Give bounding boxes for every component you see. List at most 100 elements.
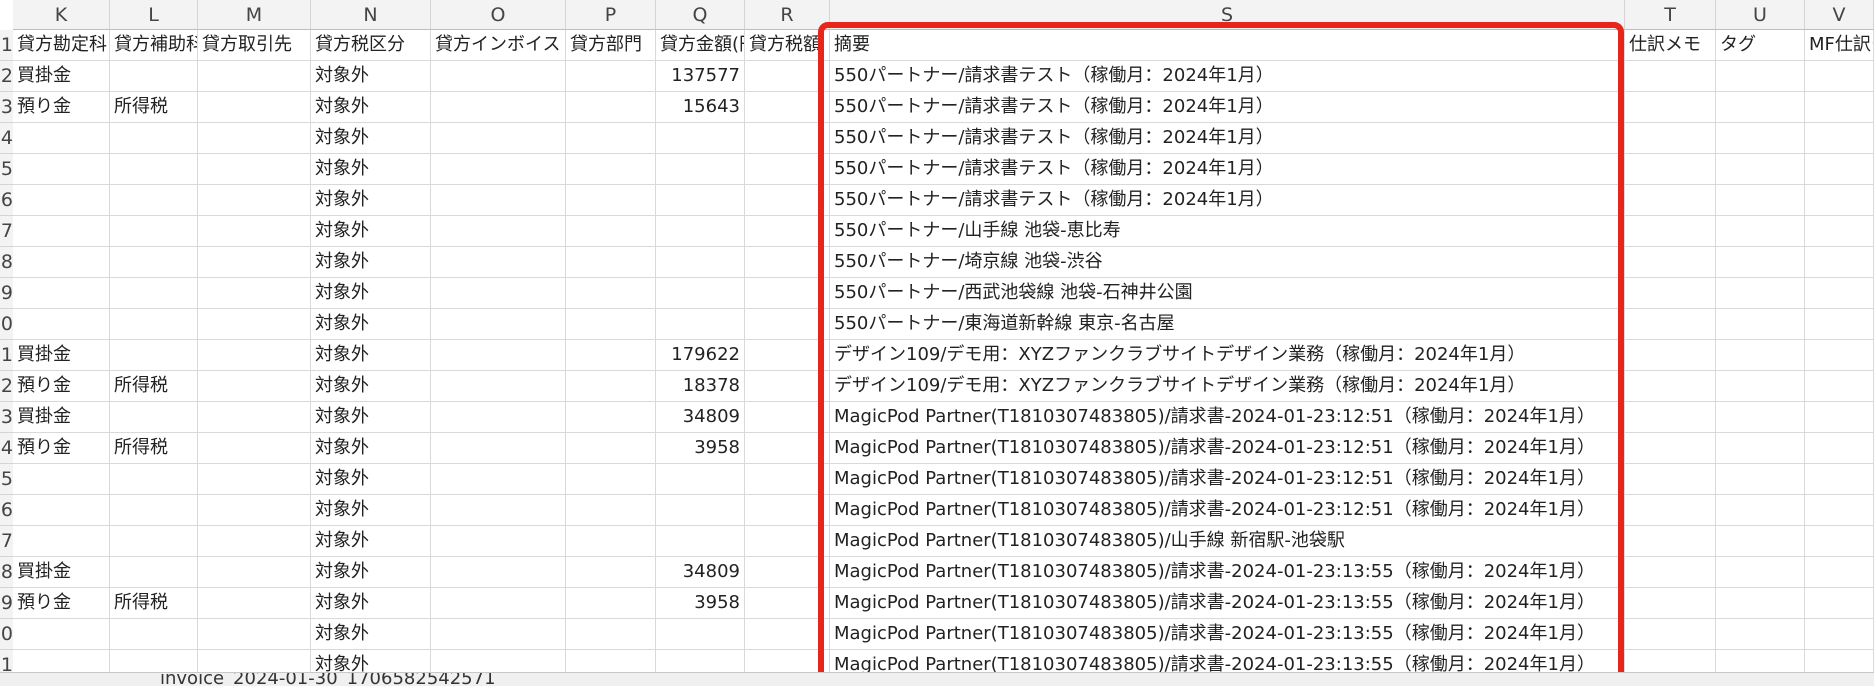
cell-k[interactable]: 預り金 — [13, 433, 110, 464]
column-header-o[interactable]: O — [431, 0, 566, 30]
cell-m[interactable] — [198, 61, 311, 92]
cell-u[interactable] — [1716, 433, 1805, 464]
row-header[interactable]: 4 — [0, 123, 13, 154]
cell-r[interactable] — [745, 402, 830, 433]
cell-m[interactable] — [198, 619, 311, 650]
header-cell-r[interactable]: 貸方税額 — [745, 30, 830, 61]
cell-s[interactable]: 550パートナー/請求書テスト（稼働月：2024年1月） — [830, 92, 1625, 123]
header-cell-t[interactable]: 仕訳メモ — [1625, 30, 1716, 61]
row-header[interactable]: 15 — [0, 464, 13, 495]
cell-m[interactable] — [198, 340, 311, 371]
column-header-p[interactable]: P — [566, 0, 656, 30]
cell-t[interactable] — [1625, 278, 1716, 309]
cell-u[interactable] — [1716, 123, 1805, 154]
cell-v[interactable] — [1805, 371, 1874, 402]
row-header[interactable]: 6 — [0, 185, 13, 216]
column-header-r[interactable]: R — [745, 0, 830, 30]
cell-o[interactable] — [431, 278, 566, 309]
cell-v[interactable] — [1805, 433, 1874, 464]
cell-p[interactable] — [566, 216, 656, 247]
cell-s[interactable]: MagicPod Partner(T1810307483805)/請求書-202… — [830, 433, 1625, 464]
cell-m[interactable] — [198, 464, 311, 495]
cell-u[interactable] — [1716, 185, 1805, 216]
cell-s[interactable]: 550パートナー/請求書テスト（稼働月：2024年1月） — [830, 185, 1625, 216]
cell-n[interactable]: 対象外 — [311, 278, 431, 309]
cell-r[interactable] — [745, 154, 830, 185]
cell-q[interactable] — [656, 495, 745, 526]
cell-p[interactable] — [566, 402, 656, 433]
cell-q[interactable] — [656, 123, 745, 154]
header-cell-q[interactable]: 貸方金額(円) — [656, 30, 745, 61]
cell-m[interactable] — [198, 588, 311, 619]
row-header[interactable]: 12 — [0, 371, 13, 402]
cell-s[interactable]: 550パートナー/請求書テスト（稼働月：2024年1月） — [830, 154, 1625, 185]
cell-l[interactable] — [110, 61, 198, 92]
cell-k[interactable] — [13, 278, 110, 309]
cell-n[interactable]: 対象外 — [311, 185, 431, 216]
cell-t[interactable] — [1625, 247, 1716, 278]
cell-o[interactable] — [431, 185, 566, 216]
column-header-s[interactable]: S — [830, 0, 1625, 30]
cell-t[interactable] — [1625, 526, 1716, 557]
cell-s[interactable]: 550パートナー/埼京線 池袋-渋谷 — [830, 247, 1625, 278]
cell-p[interactable] — [566, 371, 656, 402]
row-header[interactable]: 19 — [0, 588, 13, 619]
cell-r[interactable] — [745, 588, 830, 619]
cell-n[interactable]: 対象外 — [311, 247, 431, 278]
cell-k[interactable] — [13, 216, 110, 247]
header-cell-u[interactable]: タグ — [1716, 30, 1805, 61]
cell-n[interactable]: 対象外 — [311, 526, 431, 557]
row-header[interactable]: 10 — [0, 309, 13, 340]
cell-o[interactable] — [431, 557, 566, 588]
cell-n[interactable]: 対象外 — [311, 588, 431, 619]
cell-p[interactable] — [566, 464, 656, 495]
cell-v[interactable] — [1805, 495, 1874, 526]
header-cell-k[interactable]: 貸方勘定科目 — [13, 30, 110, 61]
cell-k[interactable] — [13, 526, 110, 557]
cell-s[interactable]: MagicPod Partner(T1810307483805)/請求書-202… — [830, 464, 1625, 495]
cell-q[interactable] — [656, 278, 745, 309]
cell-r[interactable] — [745, 557, 830, 588]
cell-n[interactable]: 対象外 — [311, 433, 431, 464]
cell-u[interactable] — [1716, 402, 1805, 433]
cell-q[interactable] — [656, 309, 745, 340]
cell-l[interactable] — [110, 123, 198, 154]
column-header-m[interactable]: M — [198, 0, 311, 30]
cell-n[interactable]: 対象外 — [311, 216, 431, 247]
cell-o[interactable] — [431, 247, 566, 278]
cell-v[interactable] — [1805, 340, 1874, 371]
column-header-n[interactable]: N — [311, 0, 431, 30]
cell-s[interactable]: 550パートナー/山手線 池袋-恵比寿 — [830, 216, 1625, 247]
header-cell-m[interactable]: 貸方取引先 — [198, 30, 311, 61]
cell-p[interactable] — [566, 526, 656, 557]
cell-r[interactable] — [745, 371, 830, 402]
cell-k[interactable]: 買掛金 — [13, 61, 110, 92]
cell-k[interactable] — [13, 309, 110, 340]
row-header[interactable]: 17 — [0, 526, 13, 557]
cell-r[interactable] — [745, 92, 830, 123]
cell-u[interactable] — [1716, 371, 1805, 402]
cell-l[interactable] — [110, 278, 198, 309]
cell-k[interactable]: 買掛金 — [13, 402, 110, 433]
cell-n[interactable]: 対象外 — [311, 402, 431, 433]
cell-r[interactable] — [745, 495, 830, 526]
cell-r[interactable] — [745, 526, 830, 557]
cell-r[interactable] — [745, 185, 830, 216]
cell-p[interactable] — [566, 588, 656, 619]
cell-t[interactable] — [1625, 588, 1716, 619]
cell-s[interactable]: MagicPod Partner(T1810307483805)/請求書-202… — [830, 557, 1625, 588]
cell-q[interactable]: 3958 — [656, 433, 745, 464]
row-header[interactable]: 18 — [0, 557, 13, 588]
cell-n[interactable]: 対象外 — [311, 557, 431, 588]
cell-n[interactable]: 対象外 — [311, 619, 431, 650]
cell-o[interactable] — [431, 216, 566, 247]
cell-p[interactable] — [566, 433, 656, 464]
cell-l[interactable] — [110, 619, 198, 650]
cell-s[interactable]: MagicPod Partner(T1810307483805)/請求書-202… — [830, 588, 1625, 619]
cell-s[interactable]: 550パートナー/西武池袋線 池袋-石神井公園 — [830, 278, 1625, 309]
cell-t[interactable] — [1625, 185, 1716, 216]
cell-l[interactable]: 所得税 — [110, 588, 198, 619]
column-header-l[interactable]: L — [110, 0, 198, 30]
cell-l[interactable] — [110, 557, 198, 588]
cell-q[interactable]: 15643 — [656, 92, 745, 123]
